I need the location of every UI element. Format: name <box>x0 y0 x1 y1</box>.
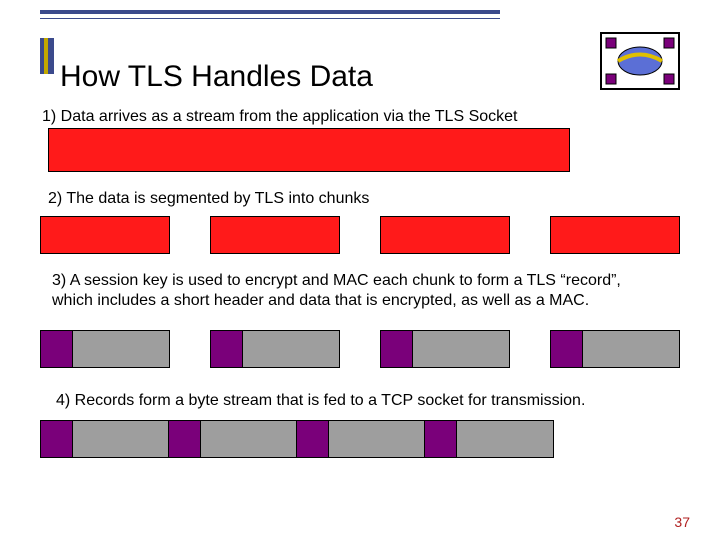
stream-rec-2-body <box>200 420 298 458</box>
stream-rec-3-body <box>328 420 426 458</box>
record-4-body <box>582 330 680 368</box>
chunk-1 <box>40 216 170 254</box>
record-4-header <box>550 330 584 368</box>
step-4-text: 4) Records form a byte stream that is fe… <box>56 392 585 410</box>
stream-rec-3-header <box>296 420 330 458</box>
step-3-text-line1: 3) A session key is used to encrypt and … <box>52 272 621 290</box>
record-3-header <box>380 330 414 368</box>
page-number: 37 <box>674 514 690 530</box>
record-3-body <box>412 330 510 368</box>
cloud-network-icon <box>600 32 680 90</box>
record-2-body <box>242 330 340 368</box>
stream-bar <box>48 128 570 172</box>
slide-title: How TLS Handles Data <box>60 60 373 94</box>
record-1-body <box>72 330 170 368</box>
record-1-header <box>40 330 74 368</box>
chunk-3 <box>380 216 510 254</box>
stream-rec-1-header <box>40 420 74 458</box>
chunk-2 <box>210 216 340 254</box>
stream-rec-4-header <box>424 420 458 458</box>
step-2-text: 2) The data is segmented by TLS into chu… <box>48 190 369 208</box>
stream-rec-2-header <box>168 420 202 458</box>
step-3-text-line2: which includes a short header and data t… <box>52 292 589 310</box>
step-1-text: 1) Data arrives as a stream from the app… <box>42 108 517 126</box>
record-2-header <box>210 330 244 368</box>
chunk-4 <box>550 216 680 254</box>
top-rule-thick <box>40 10 500 14</box>
stream-rec-1-body <box>72 420 170 458</box>
top-rule-thin <box>40 18 500 19</box>
stream-rec-4-body <box>456 420 554 458</box>
title-accent <box>40 38 54 74</box>
